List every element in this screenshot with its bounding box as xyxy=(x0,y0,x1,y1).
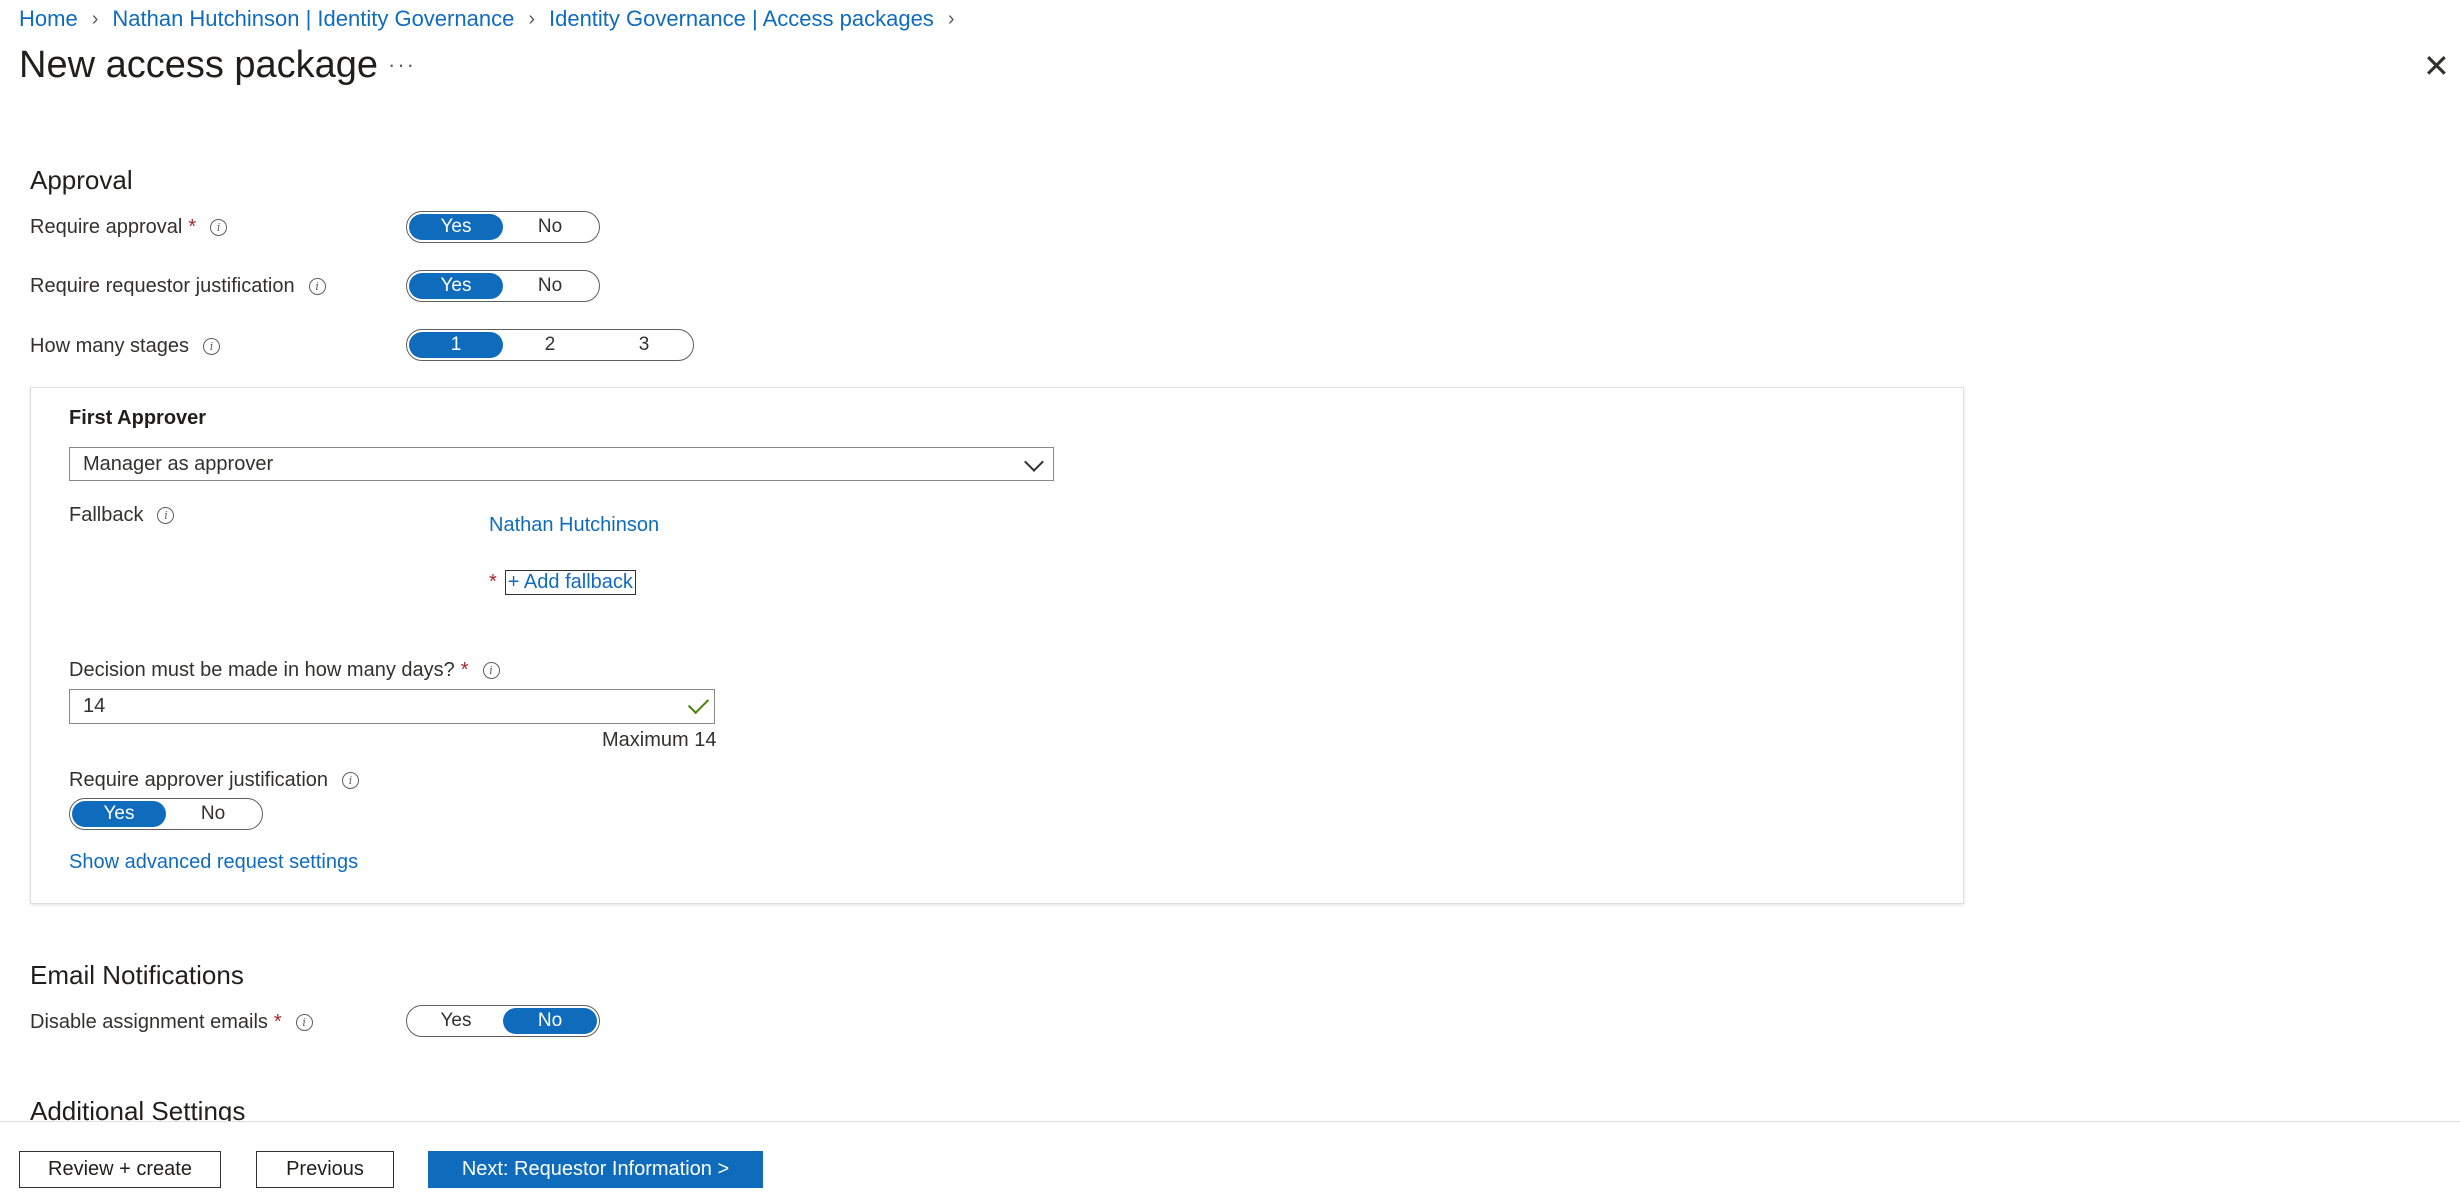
email-notifications-heading: Email Notifications xyxy=(30,960,244,990)
require-approval-no[interactable]: No xyxy=(503,214,597,240)
requestor-justification-yes[interactable]: Yes xyxy=(409,273,503,299)
approver-justification-text: Require approver justification xyxy=(69,769,329,791)
approver-justification-yes[interactable]: Yes xyxy=(72,801,166,827)
info-icon[interactable]: i xyxy=(482,662,500,679)
info-icon[interactable]: i xyxy=(295,1014,313,1031)
page-title: New access package xyxy=(19,44,379,86)
info-icon[interactable]: i xyxy=(342,772,360,789)
decision-days-label: Decision must be made in how many days? … xyxy=(69,659,500,682)
chevron-down-icon xyxy=(1024,452,1044,472)
required-asterisk: * xyxy=(489,571,497,593)
stages-toggle[interactable]: 1 2 3 xyxy=(406,329,694,361)
info-icon[interactable]: i xyxy=(210,219,228,236)
chevron-right-icon: › xyxy=(528,7,535,30)
chevron-right-icon: › xyxy=(947,7,955,30)
required-asterisk: * xyxy=(273,1011,282,1033)
decision-days-text: Decision must be made in how many days? xyxy=(69,659,455,681)
breadcrumb-identity-governance[interactable]: Nathan Hutchinson | Identity Governance xyxy=(112,6,514,32)
add-fallback-link[interactable]: + Add fallback xyxy=(504,570,636,595)
stage-option-2[interactable]: 2 xyxy=(503,332,597,358)
breadcrumb: Home › Nathan Hutchinson | Identity Gove… xyxy=(19,6,968,32)
review-create-button[interactable]: Review + create xyxy=(19,1151,221,1188)
additional-settings-heading: Additional Settings xyxy=(30,1096,246,1121)
info-icon[interactable]: i xyxy=(157,507,175,524)
decision-days-hint: Maximum 14 xyxy=(602,729,717,751)
stages-label: How many stages i xyxy=(30,335,220,358)
additional-settings-clip: Additional Settings xyxy=(0,1090,2460,1121)
stage-option-3[interactable]: 3 xyxy=(597,332,691,358)
stages-text: How many stages xyxy=(30,335,189,357)
decision-days-input[interactable]: 14 xyxy=(69,689,715,724)
requestor-justification-toggle[interactable]: Yes No xyxy=(406,270,600,302)
first-approver-select-value: Manager as approver xyxy=(83,452,274,475)
disable-emails-no[interactable]: No xyxy=(503,1008,597,1034)
approver-justification-toggle[interactable]: Yes No xyxy=(69,798,263,830)
stage-option-1[interactable]: 1 xyxy=(409,332,503,358)
require-approval-toggle[interactable]: Yes No xyxy=(406,211,600,243)
info-icon[interactable]: i xyxy=(202,338,220,355)
fallback-label: Fallback i xyxy=(69,504,175,527)
approver-justification-no[interactable]: No xyxy=(166,801,260,827)
first-approver-heading: First Approver xyxy=(69,407,207,429)
disable-emails-toggle[interactable]: Yes No xyxy=(406,1005,600,1037)
disable-emails-yes[interactable]: Yes xyxy=(409,1008,503,1034)
next-requestor-information-button[interactable]: Next: Requestor Information > xyxy=(428,1151,763,1188)
more-options-icon[interactable]: ··· xyxy=(388,52,416,78)
fallback-text: Fallback xyxy=(69,504,144,526)
decision-days-value: 14 xyxy=(83,695,106,717)
require-approval-label: Require approval * i xyxy=(30,216,228,239)
footer-divider xyxy=(0,1121,2460,1122)
required-asterisk: * xyxy=(188,216,197,238)
require-approval-text: Require approval xyxy=(30,216,183,238)
requestor-justification-text: Require requestor justification xyxy=(30,275,295,297)
required-asterisk: * xyxy=(460,659,469,681)
fallback-user-link[interactable]: Nathan Hutchinson xyxy=(489,514,659,537)
checkmark-icon xyxy=(687,692,710,715)
add-fallback-row: * + Add fallback xyxy=(489,570,636,595)
breadcrumb-home[interactable]: Home xyxy=(19,6,78,32)
breadcrumb-access-packages[interactable]: Identity Governance | Access packages xyxy=(549,6,934,32)
requestor-justification-no[interactable]: No xyxy=(503,273,597,299)
require-approval-yes[interactable]: Yes xyxy=(409,214,503,240)
approver-justification-label: Require approver justification i xyxy=(69,769,360,792)
requestor-justification-label: Require requestor justification i xyxy=(30,275,326,298)
show-advanced-settings-link[interactable]: Show advanced request settings xyxy=(69,851,358,874)
previous-button[interactable]: Previous xyxy=(256,1151,394,1188)
info-icon[interactable]: i xyxy=(308,278,326,295)
approval-heading: Approval xyxy=(30,165,133,195)
disable-emails-label: Disable assignment emails * i xyxy=(30,1011,313,1034)
close-icon[interactable]: ✕ xyxy=(2423,50,2450,82)
first-approver-select[interactable]: Manager as approver xyxy=(69,447,1054,481)
chevron-right-icon: › xyxy=(91,7,99,30)
disable-emails-text: Disable assignment emails xyxy=(30,1011,268,1033)
